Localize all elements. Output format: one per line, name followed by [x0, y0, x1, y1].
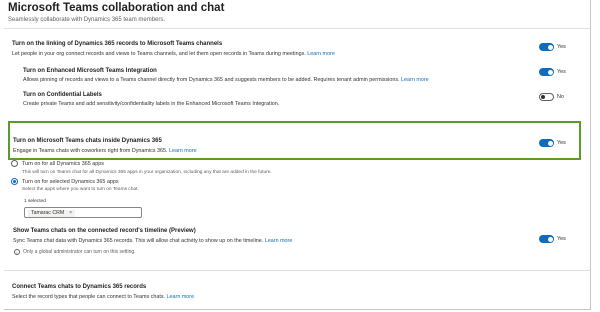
divider [4, 270, 591, 271]
chats-toggle[interactable] [539, 139, 554, 147]
timeline-learn-more-link[interactable]: Learn more [265, 238, 293, 244]
timeline-toggle[interactable] [539, 235, 554, 243]
app-chip-label: Tamarac CRM [31, 209, 65, 216]
all-apps-radio[interactable] [11, 160, 18, 167]
chats-toggle-label: Yes [557, 140, 566, 146]
app-picker[interactable]: Tamarac CRM × [24, 207, 142, 218]
chats-description: Engage in Teams chats with coworkers rig… [13, 148, 197, 154]
confidential-title: Turn on Confidential Labels [23, 92, 102, 98]
timeline-title: Show Teams chats on the connected record… [13, 228, 196, 234]
timeline-description: Sync Teams chat data with Dynamics 365 r… [13, 238, 293, 244]
confidential-toggle-label: No [557, 94, 564, 100]
enhanced-learn-more-link[interactable]: Learn more [401, 77, 429, 83]
close-icon[interactable]: × [69, 210, 72, 216]
confidential-description: Create private Teams and add sensitivity… [23, 101, 280, 107]
linking-description: Let people in your org connect records a… [12, 51, 335, 57]
timeline-note: Only a global administrator can turn on … [23, 249, 136, 255]
page-subtitle: Seamlessly collaborate with Dynamics 365… [8, 17, 166, 23]
linking-title: Turn on the linking of Dynamics 365 reco… [12, 41, 223, 47]
enhanced-toggle[interactable] [539, 68, 554, 76]
selected-apps-radio[interactable] [11, 178, 18, 185]
confidential-toggle[interactable] [539, 93, 554, 101]
timeline-toggle-label: Yes [557, 236, 566, 242]
enhanced-title: Turn on Enhanced Microsoft Teams Integra… [23, 68, 157, 74]
app-chip: Tamarac CRM × [28, 209, 76, 217]
selected-count: 1 selected [24, 199, 46, 204]
enhanced-toggle-label: Yes [557, 69, 566, 75]
enhanced-description: Allows pinning of records and views to a… [23, 77, 429, 83]
page-title: Microsoft Teams collaboration and chat [8, 2, 225, 14]
settings-panel: Microsoft Teams collaboration and chat S… [4, 0, 591, 310]
selected-apps-description: Select the apps where you want to turn o… [22, 187, 139, 192]
connect-learn-more-link[interactable]: Learn more [167, 294, 195, 300]
linking-learn-more-link[interactable]: Learn more [307, 51, 335, 57]
selected-apps-label: Turn on for selected Dynamics 365 apps [22, 179, 119, 185]
linking-toggle[interactable] [539, 43, 554, 51]
settings-frame: Microsoft Teams collaboration and chat S… [0, 0, 600, 312]
all-apps-description: This will turn on Teams chat for all Dyn… [22, 170, 272, 175]
linking-toggle-label: Yes [557, 44, 566, 50]
connect-title: Connect Teams chats to Dynamics 365 reco… [12, 284, 147, 290]
chats-title: Turn on Microsoft Teams chats inside Dyn… [13, 138, 162, 144]
all-apps-label: Turn on for all Dynamics 365 apps [22, 161, 104, 167]
divider [4, 28, 591, 29]
connect-description: Select the record types that people can … [12, 294, 195, 300]
chats-learn-more-link[interactable]: Learn more [169, 148, 197, 154]
info-icon: i [14, 249, 20, 255]
